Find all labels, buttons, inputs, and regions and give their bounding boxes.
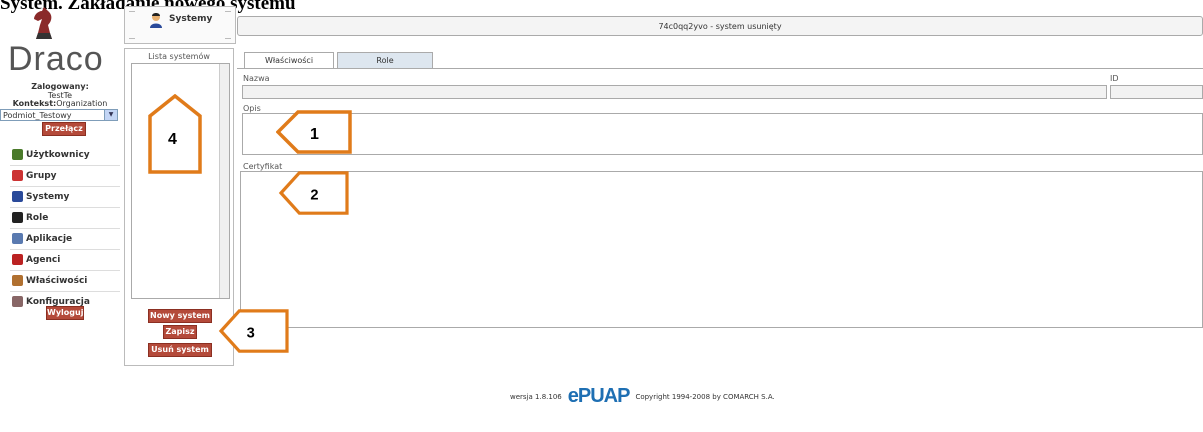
module-tab-label: Systemy	[169, 14, 213, 24]
systems-list-title: Lista systemów	[148, 52, 210, 61]
nav-item-apps[interactable]: Aplikacje	[12, 233, 72, 244]
nav-item-label: Systemy	[26, 191, 70, 202]
systems-icon	[12, 191, 23, 202]
new-system-button[interactable]: Nowy system	[148, 309, 212, 323]
callout-arrow-3: 3	[218, 309, 289, 353]
id-field	[1110, 85, 1203, 99]
chevron-down-icon: ▼	[104, 110, 117, 120]
version-text: wersja 1.8.106	[510, 392, 562, 401]
description-label: Opis	[243, 104, 261, 113]
context-info: Kontekst:Organization	[0, 99, 120, 108]
nav-item-label: Role	[26, 212, 49, 223]
callout-arrow-4: 4	[148, 94, 202, 174]
nav-separator	[10, 165, 120, 166]
certificate-textarea[interactable]	[240, 171, 1203, 328]
nav-separator	[10, 207, 120, 208]
nav-separator	[10, 270, 120, 271]
nav-item-label: Użytkownicy	[26, 149, 90, 160]
tab-decoration	[225, 11, 231, 39]
nav-separator	[10, 291, 120, 292]
tab-roles[interactable]: Role	[337, 52, 433, 69]
save-button[interactable]: Zapisz	[163, 325, 197, 339]
users-icon	[12, 149, 23, 160]
svg-text:3: 3	[247, 325, 255, 341]
properties-icon	[12, 275, 23, 286]
context-value: Organization	[56, 99, 108, 108]
nav-separator	[10, 186, 120, 187]
logged-label: Zalogowany:	[31, 82, 89, 91]
nav-item-agents[interactable]: Agenci	[12, 254, 60, 265]
nav-item-properties[interactable]: Właściwości	[12, 275, 87, 286]
delete-system-button[interactable]: Usuń system	[148, 343, 212, 357]
epuap-logo: ePUAP	[567, 385, 631, 407]
callout-number: 1	[310, 126, 319, 143]
name-field[interactable]	[242, 85, 1107, 99]
footer: wersja 1.8.106 ePUAP Copyright 1994-2008…	[510, 385, 775, 408]
nav-item-label: Aplikacje	[26, 233, 73, 244]
svg-text:2: 2	[310, 187, 318, 203]
systems-icon	[149, 12, 163, 28]
apps-icon	[12, 233, 23, 244]
config-icon	[12, 296, 23, 307]
tab-decoration	[129, 11, 135, 39]
listbox-scrollbar[interactable]	[219, 64, 229, 298]
subject-select-value: Podmiot_Testowy	[3, 111, 72, 120]
description-textarea[interactable]	[242, 113, 1203, 155]
app-logo: Draco	[8, 40, 104, 78]
tab-properties[interactable]: Właściwości	[244, 52, 334, 69]
nav-item-label: Właściwości	[26, 275, 88, 286]
nav-item-groups[interactable]: Grupy	[12, 170, 57, 181]
agents-icon	[12, 254, 23, 265]
module-tab[interactable]: Systemy	[124, 6, 236, 44]
nav-item-role[interactable]: Role	[12, 212, 48, 223]
switch-button[interactable]: Przełącz	[42, 122, 86, 136]
name-label: Nazwa	[243, 74, 270, 83]
svg-text:4: 4	[168, 131, 177, 148]
logout-button[interactable]: Wyloguj	[46, 306, 84, 320]
nav-separator	[10, 228, 120, 229]
chess-knight-logo-icon	[34, 7, 52, 39]
nav-item-label: Agenci	[26, 254, 61, 265]
copyright-text: Copyright 1994-2008 by COMARCH S.A.	[635, 392, 775, 401]
role-icon	[12, 212, 23, 223]
nav-item-label: Grupy	[26, 170, 57, 181]
groups-icon	[12, 170, 23, 181]
subject-select[interactable]: Podmiot_Testowy ▼	[0, 109, 118, 121]
id-label: ID	[1110, 74, 1119, 83]
callout-arrow-2: 2	[278, 171, 349, 215]
nav-item-label: Konfiguracja	[26, 296, 90, 307]
certificate-label: Certyfikat	[243, 162, 283, 171]
nav-separator	[10, 249, 120, 250]
context-label: Kontekst:	[12, 99, 57, 108]
nav-item-users[interactable]: Użytkownicy	[12, 149, 90, 160]
window-title: 74c0qq2yvo - system usunięty	[237, 16, 1203, 36]
tab-divider	[237, 68, 1203, 69]
nav-item-systems[interactable]: Systemy	[12, 191, 69, 202]
callout-arrow-1: 1	[276, 110, 352, 154]
